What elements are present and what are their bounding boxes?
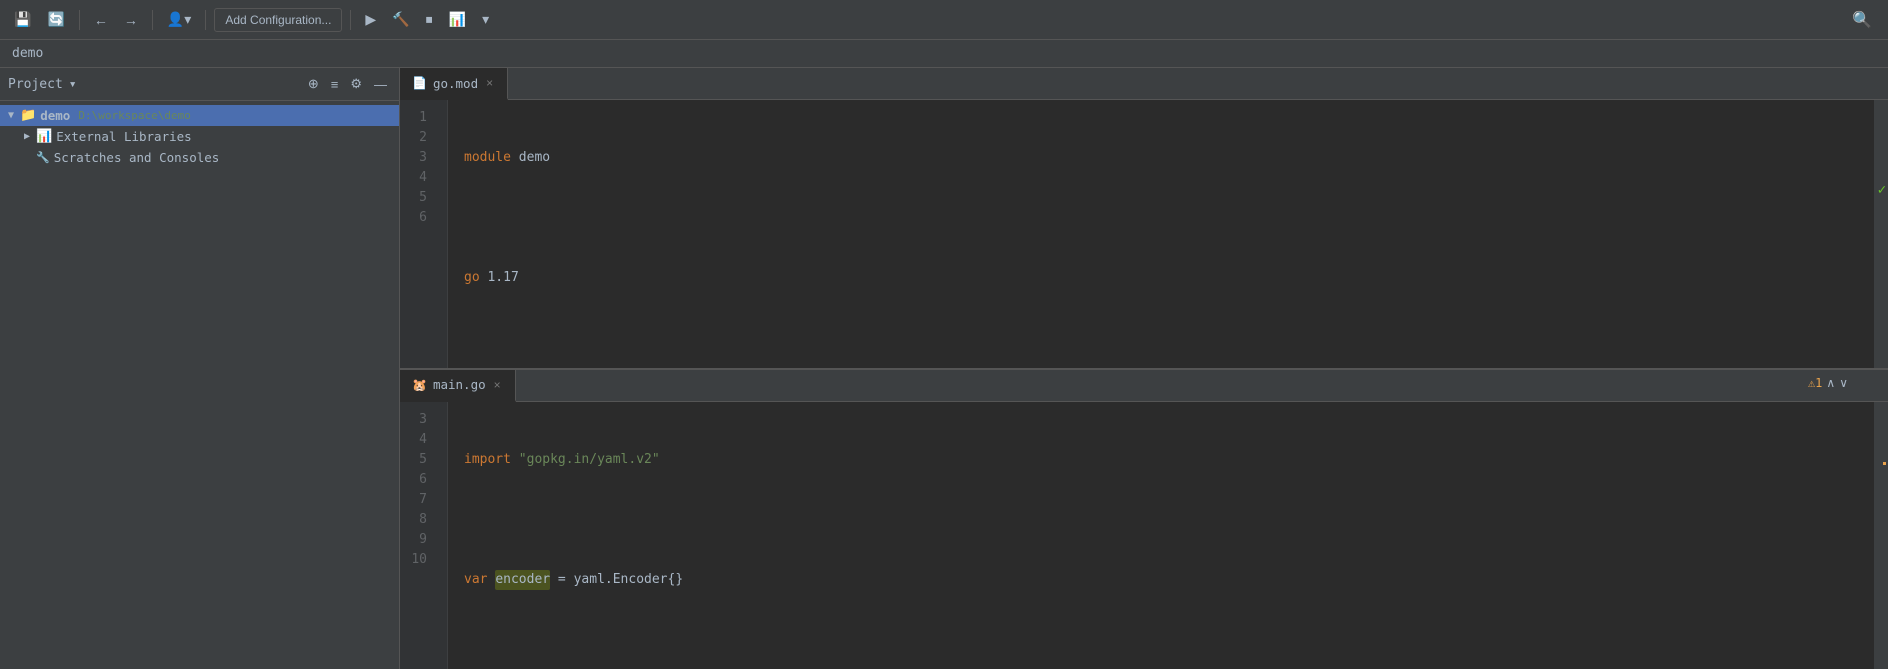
go-mod-line-numbers: 1 2 3 4 5 6	[400, 100, 448, 368]
main-code-line-6	[464, 630, 1874, 650]
main-go-editor[interactable]: 3 4 5 6 7 8 9 10 import "gopkg.in/yaml.v…	[400, 402, 1888, 669]
warning-count: ⚠1	[1808, 376, 1822, 390]
line-num-6: 6	[400, 208, 435, 228]
line-num-b10: 10	[400, 550, 435, 570]
main-go-code[interactable]: import "gopkg.in/yaml.v2" var encoder = …	[448, 402, 1874, 669]
warning-status: ⚠1 ∧ ∨	[1808, 376, 1848, 390]
toolbar: 💾 🔄 ← → 👤▾ Add Configuration... ▶ 🔨 ⏹ 📊 …	[0, 0, 1888, 40]
go-file-icon: 🐹	[412, 378, 427, 392]
mod-file-icon: 📄	[412, 76, 427, 90]
editor-area: 📄 go.mod × 1 2 3 4 5 6 modul	[400, 68, 1888, 669]
coverage-button[interactable]: 📊	[443, 7, 472, 32]
search-button[interactable]: 🔍	[1844, 6, 1880, 34]
demo-path: D:\workspace\demo	[78, 109, 191, 122]
structure-icon-button[interactable]: ≡	[327, 74, 343, 94]
ext-lib-icon: 📊	[36, 129, 52, 144]
toolbar-separator-3	[205, 10, 206, 30]
more-button[interactable]: ▾	[476, 7, 495, 32]
scratch-expand-icon: ▶	[24, 152, 30, 163]
main-go-line-numbers: 3 4 5 6 7 8 9 10	[400, 402, 448, 669]
sidebar-item-scratches-and-consoles[interactable]: ▶ 🔧 Scratches and Consoles	[0, 147, 399, 168]
line-num-b6: 6	[400, 470, 435, 490]
go-mod-code[interactable]: module demo go 1.17 require gopkg.in/yam…	[448, 100, 1874, 368]
code-line-4	[464, 328, 1874, 348]
line-num-2: 2	[400, 128, 435, 148]
code-line-3: go 1.17	[464, 268, 1874, 288]
tab-main-go-label: main.go	[433, 377, 486, 392]
line-num-b7: 7	[400, 490, 435, 510]
go-mod-scrollbar[interactable]: ✓	[1874, 100, 1888, 368]
project-dropdown-icon[interactable]: ▾	[69, 77, 77, 92]
main-code-line-5: var encoder = yaml.Encoder{}	[464, 570, 1874, 590]
profile-button[interactable]: 👤▾	[161, 7, 197, 32]
minimize-icon-button[interactable]: —	[370, 74, 391, 94]
chevron-down-icon: ▼	[8, 110, 14, 121]
line-num-b4: 4	[400, 430, 435, 450]
top-editor-pane: 📄 go.mod × 1 2 3 4 5 6 modul	[400, 68, 1888, 370]
main-go-scrollbar[interactable]	[1874, 402, 1888, 669]
scratches-and-consoles-label: Scratches and Consoles	[54, 150, 220, 165]
external-libraries-label: External Libraries	[56, 129, 191, 144]
code-line-2	[464, 208, 1874, 228]
line-num-b8: 8	[400, 510, 435, 530]
main-code-line-4	[464, 510, 1874, 530]
sidebar-header: Project ▾ ⊕ ≡ ⚙ —	[0, 68, 399, 101]
line-num-b3: 3	[400, 410, 435, 430]
tab-go-mod[interactable]: 📄 go.mod ×	[400, 68, 508, 100]
editor-split: 📄 go.mod × 1 2 3 4 5 6 modul	[400, 68, 1888, 669]
forward-button[interactable]: →	[118, 8, 144, 32]
sidebar: Project ▾ ⊕ ≡ ⚙ — ▼ 📁 demo D:\workspace\…	[0, 68, 400, 669]
sidebar-item-demo[interactable]: ▼ 📁 demo D:\workspace\demo	[0, 105, 399, 126]
line-num-1: 1	[400, 108, 435, 128]
warning-up-button[interactable]: ∧	[1826, 376, 1835, 390]
tab-go-mod-label: go.mod	[433, 76, 478, 91]
add-configuration-button[interactable]: Add Configuration...	[214, 8, 342, 32]
tab-main-go[interactable]: 🐹 main.go ×	[400, 370, 516, 402]
refresh-button[interactable]: 🔄	[41, 7, 70, 32]
window-title: demo	[12, 46, 43, 61]
toolbar-separator-4	[350, 10, 351, 30]
build-button[interactable]: 🔨	[386, 7, 415, 32]
folder-icon: 📁	[20, 108, 36, 123]
line-num-3: 3	[400, 148, 435, 168]
toolbar-right: 🔍	[1844, 6, 1880, 34]
tab-main-go-close[interactable]: ×	[492, 379, 503, 391]
code-line-1: module demo	[464, 148, 1874, 168]
toolbar-separator-1	[79, 10, 80, 30]
demo-label: demo	[40, 108, 70, 123]
line-num-b9: 9	[400, 530, 435, 550]
toolbar-separator-2	[152, 10, 153, 30]
main-code-line-3: import "gopkg.in/yaml.v2"	[464, 450, 1874, 470]
chevron-right-icon: ▶	[24, 131, 30, 142]
stop-button[interactable]: ⏹	[420, 7, 439, 32]
add-icon-button[interactable]: ⊕	[304, 74, 323, 94]
save-button[interactable]: 💾	[8, 7, 37, 32]
go-mod-editor[interactable]: 1 2 3 4 5 6 module demo go 1.17 require …	[400, 100, 1888, 368]
titlebar: demo	[0, 40, 1888, 68]
main-layout: Project ▾ ⊕ ≡ ⚙ — ▼ 📁 demo D:\workspace\…	[0, 68, 1888, 669]
top-tab-bar: 📄 go.mod ×	[400, 68, 1888, 100]
run-button[interactable]: ▶	[359, 7, 382, 32]
warning-line-indicator	[1883, 462, 1886, 465]
bottom-tab-bar: 🐹 main.go × ⚠1 ∧ ∨	[400, 370, 1888, 402]
sidebar-tree: ▼ 📁 demo D:\workspace\demo ▶ 📊 External …	[0, 101, 399, 669]
scratch-icon: 🔧	[36, 151, 50, 164]
line-num-5: 5	[400, 188, 435, 208]
check-icon: ✓	[1878, 180, 1886, 200]
settings-icon-button[interactable]: ⚙	[346, 74, 366, 94]
line-num-4: 4	[400, 168, 435, 188]
sidebar-header-icons: ⊕ ≡ ⚙ —	[304, 74, 391, 94]
back-button[interactable]: ←	[88, 8, 114, 32]
bottom-editor-pane: 🐹 main.go × ⚠1 ∧ ∨ 3 4 5 6	[400, 370, 1888, 669]
tab-go-mod-close[interactable]: ×	[484, 77, 495, 89]
project-title: Project	[8, 77, 63, 92]
line-num-b5: 5	[400, 450, 435, 470]
warning-down-button[interactable]: ∨	[1839, 376, 1848, 390]
sidebar-item-external-libraries[interactable]: ▶ 📊 External Libraries	[0, 126, 399, 147]
